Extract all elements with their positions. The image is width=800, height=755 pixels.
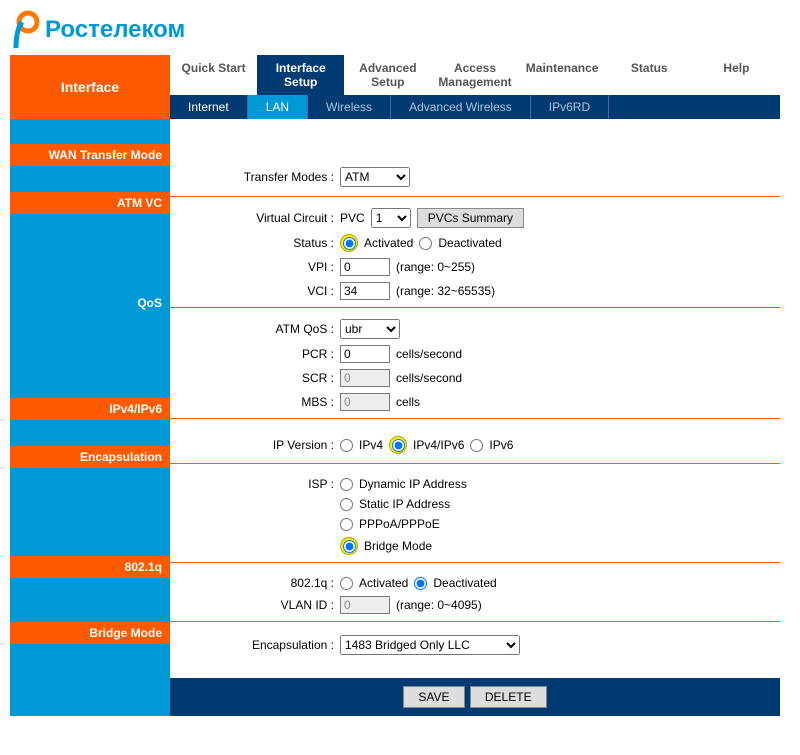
pcr-unit: cells/second [396, 347, 462, 361]
isp-bridge-radio[interactable] [343, 540, 356, 553]
tab-access-management[interactable]: Access Management [431, 55, 518, 95]
pvc-select[interactable]: 1 [371, 208, 411, 228]
label-vci: VCI : [170, 284, 340, 298]
section-qos: QoS [10, 292, 170, 314]
label-vlan-id: VLAN ID : [170, 598, 340, 612]
dot1q-deactivated-radio[interactable] [414, 577, 427, 590]
tab-quick-start[interactable]: Quick Start [170, 55, 257, 95]
label-deactivated: Deactivated [438, 236, 501, 250]
tab-advanced-setup[interactable]: Advanced Setup [344, 55, 431, 95]
footer-bar: SAVE DELETE [170, 678, 780, 716]
atm-qos-select[interactable]: ubr [340, 319, 400, 339]
label-ipv6: IPv6 [489, 438, 513, 452]
vpi-range: (range: 0~255) [396, 260, 475, 274]
label-bridge: Bridge Mode [364, 539, 432, 553]
sub-tabs: Internet LAN Wireless Advanced Wireless … [170, 95, 780, 119]
ipv4ipv6-radio[interactable] [392, 439, 405, 452]
status-deactivated-radio[interactable] [419, 237, 432, 250]
ipv4ipv6-highlight [389, 436, 407, 454]
section-atm-vc: ATM VC [10, 192, 170, 214]
isp-dynamic-radio[interactable] [340, 478, 353, 491]
logo-text: Ростелеком [45, 16, 185, 44]
section-dot1q: 802.1q [10, 556, 170, 578]
label-transfer-modes: Transfer Modes : [170, 170, 340, 184]
vpi-input[interactable] [340, 258, 390, 276]
section-ipv4-ipv6: IPv4/IPv6 [10, 398, 170, 420]
label-scr: SCR : [170, 371, 340, 385]
vci-input[interactable] [340, 282, 390, 300]
status-activated-radio[interactable] [343, 237, 356, 250]
mbs-unit: cells [396, 395, 420, 409]
label-virtual-circuit: Virtual Circuit : [170, 211, 340, 225]
sidebar-title: Interface [10, 55, 170, 119]
logo-row: Ростелеком [0, 0, 800, 55]
section-wan-transfer-mode: WAN Transfer Mode [10, 144, 170, 166]
dot1q-activated-radio[interactable] [340, 577, 353, 590]
label-pcr: PCR : [170, 347, 340, 361]
label-vpi: VPI : [170, 260, 340, 274]
label-dot1q: 802.1q : [170, 576, 340, 590]
tab-interface-setup[interactable]: Interface Setup [257, 55, 344, 95]
logo-icon [10, 10, 40, 50]
label-ip-version: IP Version : [170, 438, 340, 452]
label-ipv4: IPv4 [359, 438, 383, 452]
tab-maintenance[interactable]: Maintenance [519, 55, 606, 95]
subtab-internet[interactable]: Internet [170, 95, 248, 119]
top-tabs: Quick Start Interface Setup Advanced Set… [170, 55, 780, 95]
label-static-ip: Static IP Address [359, 497, 450, 511]
label-status: Status : [170, 236, 340, 250]
label-activated: Activated [364, 236, 413, 250]
subtab-ipv6rd[interactable]: IPv6RD [531, 95, 609, 119]
vlan-range: (range: 0~4095) [396, 598, 482, 612]
isp-pppoa-radio[interactable] [340, 518, 353, 531]
label-dot1q-activated: Activated [359, 576, 408, 590]
save-button[interactable]: SAVE [403, 686, 464, 708]
status-activated-highlight [340, 234, 358, 252]
vlan-id-input [340, 596, 390, 614]
scr-unit: cells/second [396, 371, 462, 385]
ipv6-radio[interactable] [470, 439, 483, 452]
label-encapsulation: Encapsulation : [170, 638, 340, 652]
ipv4-radio[interactable] [340, 439, 353, 452]
section-encapsulation: Encapsulation [10, 446, 170, 468]
mbs-input [340, 393, 390, 411]
subtab-advanced-wireless[interactable]: Advanced Wireless [391, 95, 531, 119]
label-pppoa: PPPoA/PPPoE [359, 517, 440, 531]
label-dot1q-deactivated: Deactivated [433, 576, 496, 590]
label-ipv4ipv6: IPv4/IPv6 [413, 438, 464, 452]
delete-button[interactable]: DELETE [470, 686, 547, 708]
label-isp: ISP : [170, 477, 340, 491]
pvcs-summary-button[interactable]: PVCs Summary [417, 208, 524, 228]
label-mbs: MBS : [170, 395, 340, 409]
vci-range: (range: 32~65535) [396, 284, 495, 298]
tab-status[interactable]: Status [606, 55, 693, 95]
subtab-wireless[interactable]: Wireless [308, 95, 391, 119]
isp-static-radio[interactable] [340, 498, 353, 511]
tab-help[interactable]: Help [693, 55, 780, 95]
section-bridge-mode: Bridge Mode [10, 622, 170, 644]
pvc-text: PVC [340, 211, 365, 225]
label-atm-qos: ATM QoS : [170, 322, 340, 336]
label-dynamic-ip: Dynamic IP Address [359, 477, 467, 491]
encapsulation-select[interactable]: 1483 Bridged Only LLC [340, 635, 520, 655]
pcr-input[interactable] [340, 345, 390, 363]
transfer-mode-select[interactable]: ATM [340, 167, 410, 187]
subtab-lan[interactable]: LAN [248, 95, 308, 119]
scr-input [340, 369, 390, 387]
isp-bridge-highlight [340, 537, 358, 555]
